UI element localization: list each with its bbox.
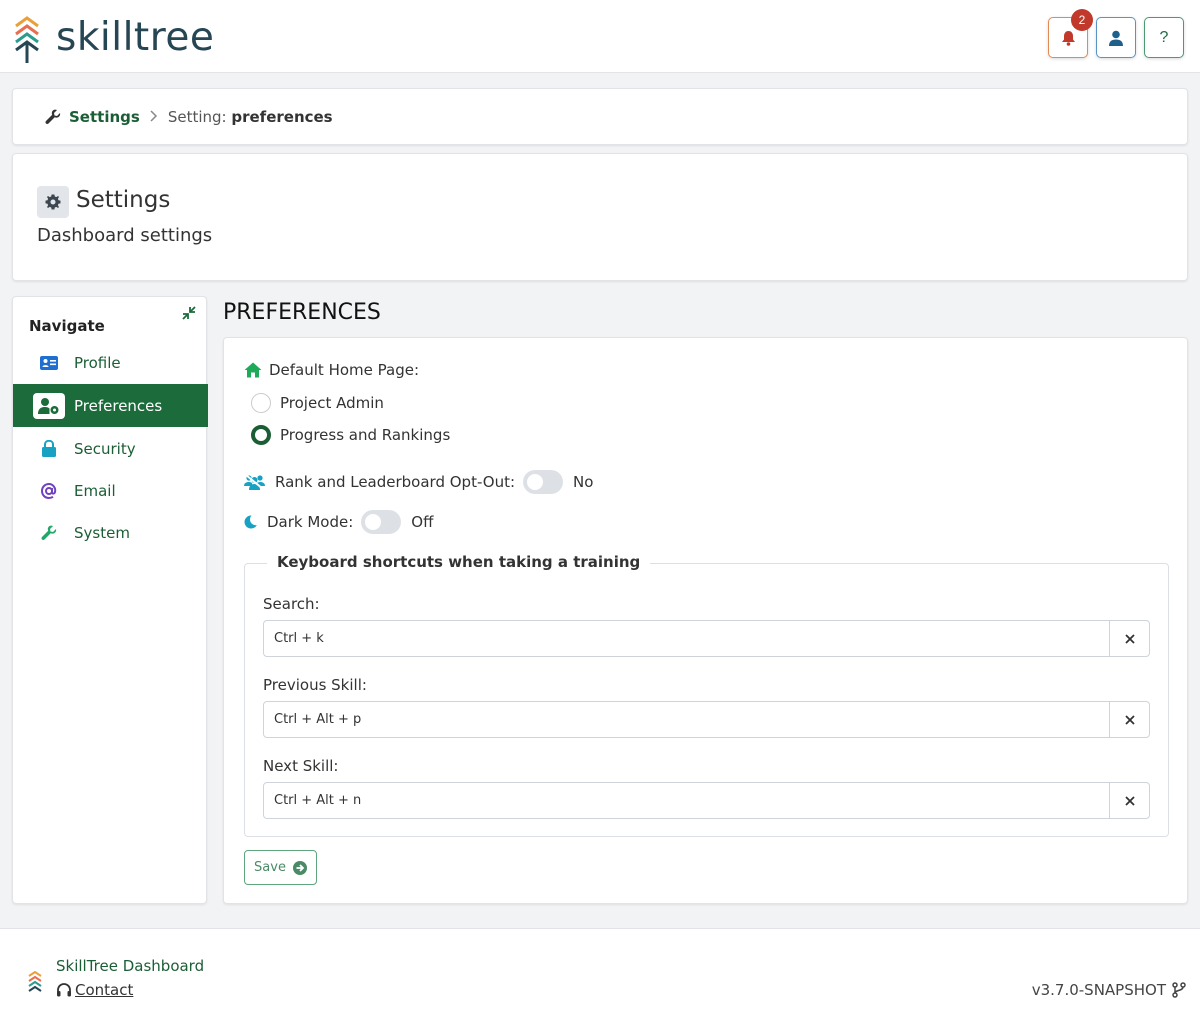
rank-optout-toggle[interactable] [523,470,564,494]
sidebar-item-system[interactable]: System [13,511,208,554]
headset-icon [56,982,72,998]
progress-rankings-radio[interactable] [251,425,271,445]
version-label: v3.7.0-SNAPSHOT [1031,981,1166,999]
search-shortcut-input[interactable] [264,621,1109,656]
rank-optout-label: Rank and Leaderboard Opt-Out: [275,473,516,491]
user-menu-button[interactable] [1096,17,1136,58]
tree-logo-icon [28,970,42,999]
wrench-icon [45,109,61,125]
collapse-icon[interactable] [182,305,196,324]
home-icon [244,362,262,378]
sidebar-item-security[interactable]: Security [13,427,208,470]
page-title: Settings [76,187,171,213]
page-header-card: Settings Dashboard settings [12,153,1188,281]
sidebar-item-preferences[interactable]: Preferences [13,384,208,427]
next-skill-shortcut-input[interactable] [264,783,1109,818]
next-skill-shortcut-label: Next Skill: [263,757,339,775]
preferences-card: Default Home Page: Project Admin Progres… [223,337,1188,904]
code-branch-icon [1172,982,1186,998]
page-subtitle: Dashboard settings [37,225,213,246]
chevron-right-icon [150,108,158,126]
notifications-button[interactable]: 2 [1048,9,1093,58]
sidebar-item-label: Email [74,481,116,500]
close-icon [1124,714,1135,725]
arrow-circle-right-icon [292,860,307,875]
next-skill-shortcut-field [263,782,1150,819]
search-shortcut-label: Search: [263,595,320,613]
breadcrumb-current-value: preferences [231,108,333,126]
section-title: PREFERENCES [223,300,381,325]
sidebar-item-label: Preferences [74,396,163,415]
settings-sidebar: Navigate Profile Preferences Security Em… [12,296,208,904]
at-icon [39,482,59,499]
home-option-label: Project Admin [280,394,384,412]
notification-count-badge: 2 [1071,9,1093,31]
contact-label: Contact [75,981,134,999]
breadcrumb-current: Setting: preferences [168,108,333,126]
help-button[interactable]: ? [1144,17,1184,58]
breadcrumb-current-prefix: Setting: [167,108,227,126]
footer-title: SkillTree Dashboard [56,957,205,975]
save-button[interactable]: Save [244,850,317,885]
home-option-project-admin[interactable]: Project Admin [251,393,384,413]
user-gear-icon [33,392,65,419]
dark-mode-row: Dark Mode: Off [244,510,433,534]
search-shortcut-field [263,620,1150,657]
default-home-page-label: Default Home Page: [269,361,420,379]
rank-optout-value: No [573,473,594,491]
home-option-label: Progress and Rankings [280,426,451,444]
close-icon [1124,633,1135,644]
project-admin-radio[interactable] [251,393,271,413]
breadcrumb-settings-link[interactable]: Settings [69,108,140,126]
moon-icon [244,515,258,529]
wrench-icon [39,525,59,541]
clear-next-skill-shortcut-button[interactable] [1109,783,1149,818]
footer: SkillTree Dashboard Contact v3.7.0-SNAPS… [0,928,1200,1025]
close-icon [1124,795,1135,806]
user-icon [1109,30,1123,46]
gear-icon [37,186,69,218]
lock-icon [39,440,59,457]
help-label: ? [1159,28,1169,46]
sidebar-item-label: Profile [74,353,121,372]
sidebar-item-label: System [74,523,130,542]
clear-search-shortcut-button[interactable] [1109,621,1149,656]
previous-skill-shortcut-input[interactable] [264,702,1109,737]
users-icon [244,474,265,490]
default-home-page-row: Default Home Page: [244,361,419,379]
footer-contact-link[interactable]: Contact [56,981,133,999]
version-info: v3.7.0-SNAPSHOT [1032,981,1186,999]
save-label: Save [254,860,286,875]
bell-icon [1061,30,1075,46]
keyboard-shortcuts-fieldset: Keyboard shortcuts when taking a trainin… [244,553,1169,837]
sidebar-item-label: Security [74,439,136,458]
keyboard-shortcuts-legend: Keyboard shortcuts when taking a trainin… [267,553,651,571]
previous-skill-shortcut-field [263,701,1150,738]
breadcrumb: Settings Setting: preferences [12,88,1188,145]
logo-text: skilltree [56,14,215,60]
top-header: skilltree 2 ? [0,0,1200,73]
dark-mode-toggle[interactable] [361,510,402,534]
clear-previous-skill-shortcut-button[interactable] [1109,702,1149,737]
previous-skill-shortcut-label: Previous Skill: [263,676,367,694]
tree-logo-icon [15,16,39,63]
rank-optout-row: Rank and Leaderboard Opt-Out: No [244,470,593,494]
sidebar-item-profile[interactable]: Profile [13,341,208,384]
dark-mode-value: Off [411,513,434,531]
home-option-progress-rankings[interactable]: Progress and Rankings [251,425,450,445]
sidebar-item-email[interactable]: Email [13,469,208,512]
dark-mode-label: Dark Mode: [267,513,354,531]
navigate-heading: Navigate [29,317,105,335]
id-card-icon [39,355,59,370]
skilltree-logo[interactable]: skilltree [14,14,215,64]
